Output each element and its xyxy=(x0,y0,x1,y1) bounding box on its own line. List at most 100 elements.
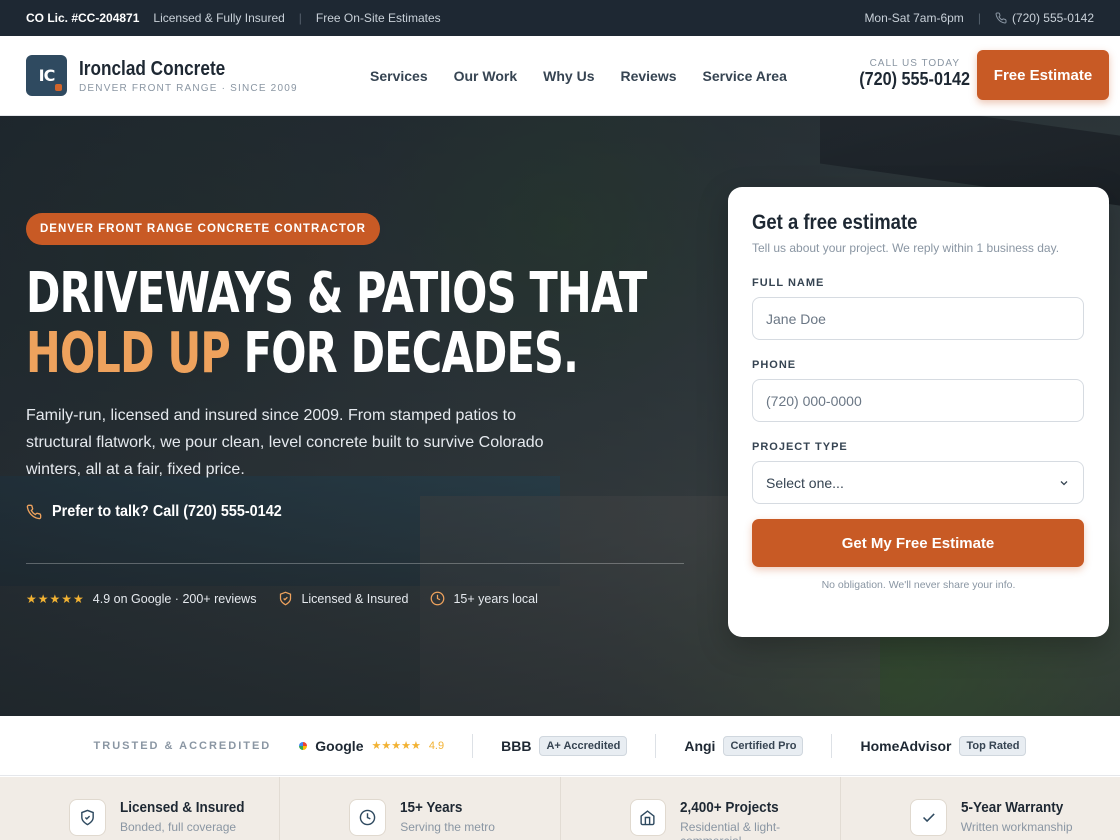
shield-icon xyxy=(69,799,106,836)
full-name-field[interactable] xyxy=(752,297,1084,340)
hero-call-link[interactable]: Prefer to talk? Call (720) 555-0142 xyxy=(26,503,307,521)
hero-years-text: 15+ years local xyxy=(453,591,538,606)
divider: | xyxy=(298,11,302,25)
nav-why-us[interactable]: Why Us xyxy=(543,68,594,84)
hero-divider xyxy=(26,563,684,564)
hero-call-text: Prefer to talk? Call (720) 555-0142 xyxy=(52,503,282,520)
divider: | xyxy=(977,11,981,25)
site-header: IC Ironclad Concrete DENVER FRONT RANGE … xyxy=(0,36,1120,116)
call-box[interactable]: CALL US TODAY (720) 555-0142 xyxy=(848,58,970,90)
feature-warranty: 5-Year Warranty Written workmanship xyxy=(841,777,1120,840)
homeadvisor-accreditation: HomeAdvisor Top Rated xyxy=(860,735,1027,756)
hero-insured-text: Licensed & Insured xyxy=(301,591,409,606)
nav-services[interactable]: Services xyxy=(370,68,428,84)
project-type-label: PROJECT TYPE xyxy=(752,441,848,453)
full-name-label: FULL NAME xyxy=(752,277,825,289)
feature-title: 2,400+ Projects xyxy=(680,799,779,816)
brand[interactable]: Ironclad Concrete DENVER FRONT RANGE · S… xyxy=(79,58,298,94)
logo-dot xyxy=(55,84,62,91)
chevron-down-icon xyxy=(1060,480,1068,485)
nav-our-work[interactable]: Our Work xyxy=(454,68,518,84)
google-name: Google xyxy=(315,737,364,754)
feature-projects: 2,400+ Projects Residential & light-comm… xyxy=(561,777,841,840)
headline-accent: HOLD UP xyxy=(26,321,231,386)
hero: DENVER FRONT RANGE CONCRETE CONTRACTOR D… xyxy=(0,116,1120,716)
free-estimate-button[interactable]: Free Estimate xyxy=(977,50,1109,100)
feature-title: Licensed & Insured xyxy=(120,799,245,816)
phone-label: PHONE xyxy=(752,359,797,371)
home-icon xyxy=(629,799,667,836)
clock-icon xyxy=(431,591,445,606)
headline-line-2: HOLD UP FOR DECADES. xyxy=(26,321,579,386)
hero-years: 15+ years local xyxy=(430,591,538,606)
phone-icon xyxy=(995,12,1007,24)
google-score: 4.9 xyxy=(428,739,445,752)
trust-strip: TRUSTED & ACCREDITED Google ★★★★★ 4.9 BB… xyxy=(0,716,1120,776)
phone-input[interactable] xyxy=(766,392,1070,409)
phone-icon xyxy=(26,504,42,520)
google-logo-icon xyxy=(299,741,308,750)
divider xyxy=(655,733,657,758)
hours-text: Mon-Sat 7am-6pm xyxy=(864,11,964,25)
angi-name: Angi xyxy=(684,737,716,754)
clock-icon xyxy=(349,799,387,836)
hero-insured: Licensed & Insured xyxy=(278,591,408,606)
trust-title: TRUSTED & ACCREDITED xyxy=(93,739,272,752)
angi-accreditation: Angi Certified Pro xyxy=(684,735,804,756)
feature-desc: Serving the metro xyxy=(400,820,495,834)
homeadvisor-chip: Top Rated xyxy=(959,735,1027,756)
check-icon xyxy=(909,799,947,836)
headline-line-1: DRIVEWAYS & PATIOS THAT xyxy=(26,261,647,326)
estimates-text: Free On-Site Estimates xyxy=(315,11,441,25)
brand-name: Ironclad Concrete xyxy=(79,57,226,80)
call-number: (720) 555-0142 xyxy=(859,69,970,89)
google-stars: ★★★★★ xyxy=(371,740,421,752)
hero-badge: DENVER FRONT RANGE CONCRETE CONTRACTOR xyxy=(26,213,380,245)
feature-licensed: Licensed & Insured Bonded, full coverage xyxy=(0,777,281,840)
project-type-select[interactable]: Select one... xyxy=(752,461,1084,504)
feature-desc: Bonded, full coverage xyxy=(120,820,237,834)
logo[interactable]: IC xyxy=(26,55,67,96)
features-row: Licensed & Insured Bonded, full coverage… xyxy=(0,777,1120,840)
form-fine-print: No obligation. We'll never share your in… xyxy=(821,579,1016,591)
bbb-name: BBB xyxy=(501,737,532,754)
bbb-accreditation: BBB A+ Accredited xyxy=(501,735,628,756)
hero-rating-text: 4.9 on Google · 200+ reviews xyxy=(92,591,257,606)
divider xyxy=(472,733,474,758)
hero-trust-row: ★★★★★ 4.9 on Google · 200+ reviews Licen… xyxy=(26,591,538,606)
nav-reviews[interactable]: Reviews xyxy=(620,68,676,84)
estimate-form-card: Get a free estimate Tell us about your p… xyxy=(728,187,1109,637)
angi-chip: Certified Pro xyxy=(723,735,804,756)
brand-tagline: DENVER FRONT RANGE · SINCE 2009 xyxy=(79,82,298,94)
headline-rest: FOR DECADES. xyxy=(229,321,579,386)
hero-headline: DRIVEWAYS & PATIOS THAT HOLD UP FOR DECA… xyxy=(26,264,666,384)
form-subtitle: Tell us about your project. We reply wit… xyxy=(752,241,1060,255)
feature-title: 15+ Years xyxy=(400,799,463,816)
bbb-chip: A+ Accredited xyxy=(539,735,628,756)
feature-desc: Written workmanship xyxy=(960,820,1073,834)
project-type-value: Select one... xyxy=(766,474,844,491)
homeadvisor-name: HomeAdvisor xyxy=(860,737,952,754)
feature-desc: Residential & light-commercial xyxy=(680,820,781,840)
nav-service-area[interactable]: Service Area xyxy=(703,68,787,84)
full-name-input[interactable] xyxy=(766,310,1070,327)
get-estimate-button[interactable]: Get My Free Estimate xyxy=(752,519,1084,567)
licensed-text: Licensed & Fully Insured xyxy=(153,11,285,25)
call-label: CALL US TODAY xyxy=(869,58,960,69)
main-nav: Services Our Work Why Us Reviews Service… xyxy=(370,36,787,116)
feature-years: 15+ Years Serving the metro xyxy=(280,777,561,840)
divider xyxy=(831,733,833,758)
topbar-phone: (720) 555-0142 xyxy=(1011,11,1094,25)
google-rating: Google ★★★★★ 4.9 xyxy=(299,738,444,754)
hero-rating: ★★★★★ 4.9 on Google · 200+ reviews xyxy=(26,592,256,606)
form-title: Get a free estimate xyxy=(752,211,918,234)
shield-icon xyxy=(280,591,292,606)
hero-lead: Family-run, licensed and insured since 2… xyxy=(26,407,544,478)
phone-field[interactable] xyxy=(752,379,1084,422)
feature-title: 5-Year Warranty xyxy=(960,799,1064,816)
license-number: CO Lic. #CC-204871 xyxy=(26,11,140,25)
star-rating-icon: ★★★★★ xyxy=(26,591,85,606)
top-bar: CO Lic. #CC-204871 Licensed & Fully Insu… xyxy=(0,0,1120,36)
logo-initials: IC xyxy=(38,66,56,85)
topbar-phone-link[interactable]: (720) 555-0142 xyxy=(995,11,1094,25)
